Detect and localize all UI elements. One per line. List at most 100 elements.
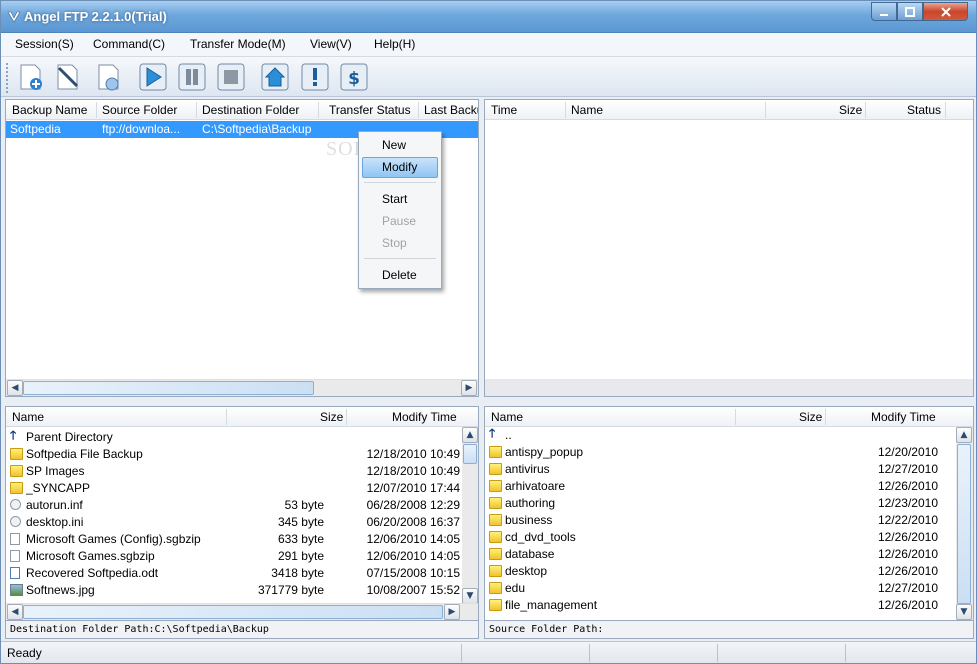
col-size[interactable]: Size bbox=[839, 103, 862, 117]
file-modify-time: 12/23/2010 bbox=[877, 496, 938, 510]
ctx-modify[interactable]: Modify bbox=[362, 157, 438, 178]
hscroll-thumb[interactable] bbox=[23, 605, 443, 619]
scroll-down-button[interactable]: ▼ bbox=[956, 604, 972, 620]
file-row[interactable]: Microsoft Games.sgbzip 291 byte 12/06/2010… bbox=[6, 548, 462, 565]
file-name: Softpedia File Backup bbox=[26, 447, 143, 461]
vscroll-thumb[interactable] bbox=[957, 444, 971, 604]
file-row[interactable]: 🡑.. bbox=[485, 427, 940, 444]
new-backup-icon[interactable] bbox=[16, 62, 46, 92]
file-row[interactable]: Softnews.jpg 371779 byte 10/08/2007 15:52 bbox=[6, 582, 462, 599]
folder-icon bbox=[10, 482, 23, 494]
col-remote-name[interactable]: Name bbox=[491, 410, 523, 424]
col-local-name[interactable]: Name bbox=[12, 410, 44, 424]
stop-icon[interactable] bbox=[216, 62, 246, 92]
ctx-new[interactable]: New bbox=[362, 135, 438, 156]
col-time[interactable]: Time bbox=[491, 103, 517, 117]
file-name: SP Images bbox=[26, 464, 85, 478]
ctx-stop: Stop bbox=[382, 236, 407, 250]
file-row[interactable]: antivirus 12/27/2010 bbox=[485, 461, 940, 478]
file-row[interactable]: Microsoft Games (Config).sgbzip 633 byte 1… bbox=[6, 531, 462, 548]
scroll-down-button[interactable]: ▼ bbox=[462, 588, 478, 604]
file-name: arhivatoare bbox=[505, 479, 566, 493]
col-last-backup[interactable]: Last Backu bbox=[424, 103, 478, 117]
file-name: Microsoft Games.sgbzip bbox=[26, 549, 155, 563]
vscroll-thumb[interactable] bbox=[463, 444, 477, 464]
file-modify-time: 12/18/2010 10:49 bbox=[366, 447, 460, 461]
file-name: desktop.ini bbox=[26, 515, 84, 529]
home-icon[interactable] bbox=[260, 62, 290, 92]
col-source-folder[interactable]: Source Folder bbox=[102, 103, 177, 117]
file-row[interactable]: business 12/22/2010 bbox=[485, 512, 940, 529]
folder-icon bbox=[489, 446, 502, 458]
close-button[interactable] bbox=[923, 2, 968, 21]
file-row[interactable]: arhivatoare 12/26/2010 bbox=[485, 478, 940, 495]
col-remote-size[interactable]: Size bbox=[799, 410, 822, 424]
folder-icon bbox=[489, 497, 502, 509]
file-name: Microsoft Games (Config).sgbzip bbox=[26, 532, 201, 546]
backup-list-hscrollbar[interactable]: ◀ ▶ bbox=[6, 379, 478, 396]
file-row[interactable]: database 12/26/2010 bbox=[485, 546, 940, 563]
scroll-up-button[interactable]: ▲ bbox=[956, 427, 972, 443]
menu-command[interactable]: Command(C) bbox=[93, 37, 165, 51]
hscroll-thumb[interactable] bbox=[23, 381, 314, 395]
file-row[interactable]: desktop 12/26/2010 bbox=[485, 563, 940, 580]
start-icon[interactable] bbox=[138, 62, 168, 92]
col-remote-modify-time[interactable]: Modify Time bbox=[871, 410, 936, 424]
file-row[interactable]: antispy_popup 12/20/2010 bbox=[485, 444, 940, 461]
col-local-size[interactable]: Size bbox=[320, 410, 343, 424]
close-icon bbox=[940, 7, 951, 17]
col-local-modify-time[interactable]: Modify Time bbox=[392, 410, 457, 424]
file-row[interactable]: file_management 12/26/2010 bbox=[485, 597, 940, 614]
maximize-button[interactable] bbox=[897, 2, 923, 21]
title-bar[interactable]: Angel FTP 2.2.1.0(Trial) bbox=[1, 1, 976, 33]
file-row[interactable]: cd_dvd_tools 12/26/2010 bbox=[485, 529, 940, 546]
scroll-up-button[interactable]: ▲ bbox=[462, 427, 478, 443]
file-name: _SYNCAPP bbox=[26, 481, 91, 495]
file-row[interactable]: 🡑 Parent Directory bbox=[6, 429, 462, 446]
purchase-icon[interactable]: $ bbox=[339, 62, 369, 92]
scroll-left-button[interactable]: ◀ bbox=[7, 380, 23, 396]
file-row[interactable]: _SYNCAPP 12/07/2010 17:44 bbox=[6, 480, 462, 497]
folder-icon bbox=[489, 463, 502, 475]
scroll-right-button[interactable]: ▶ bbox=[444, 604, 460, 620]
local-vscrollbar[interactable]: ▲ ▼ bbox=[462, 427, 478, 604]
ctx-delete[interactable]: Delete bbox=[362, 265, 438, 286]
file-modify-time: 12/26/2010 bbox=[877, 547, 938, 561]
col-status[interactable]: Status bbox=[907, 103, 941, 117]
file-row[interactable]: SP Images 12/18/2010 10:49 bbox=[6, 463, 462, 480]
file-name: edu bbox=[505, 581, 526, 595]
col-transfer-status[interactable]: Transfer Status bbox=[329, 103, 411, 117]
scroll-right-button[interactable]: ▶ bbox=[461, 380, 477, 396]
backup-name: Softpedia bbox=[10, 122, 61, 136]
menu-transfer-mode[interactable]: Transfer Mode(M) bbox=[190, 37, 286, 51]
menu-view[interactable]: View(V) bbox=[310, 37, 352, 51]
local-hscrollbar[interactable]: ◀ ▶ bbox=[6, 603, 478, 620]
file-row[interactable]: Recovered Softpedia.odt 3418 byte 07/15/20… bbox=[6, 565, 462, 582]
status-text: Ready bbox=[7, 646, 42, 660]
file-name: desktop bbox=[505, 564, 548, 578]
file-row[interactable]: Softpedia File Backup 12/18/2010 10:49 bbox=[6, 446, 462, 463]
svg-text:$: $ bbox=[348, 69, 360, 89]
minimize-button[interactable] bbox=[871, 2, 897, 21]
browse-disk-icon[interactable] bbox=[94, 62, 124, 92]
menu-session[interactable]: Session(S) bbox=[15, 37, 74, 51]
file-row[interactable]: autorun.inf 53 byte 06/28/2008 12:29 bbox=[6, 497, 462, 514]
ctx-start[interactable]: Start bbox=[362, 189, 438, 210]
file-row[interactable]: edu 12/27/2010 bbox=[485, 580, 940, 597]
file-row[interactable]: desktop.ini 345 byte 06/20/2008 16:37 bbox=[6, 514, 462, 531]
image-file-icon bbox=[10, 584, 23, 596]
info-icon[interactable] bbox=[300, 62, 330, 92]
col-backup-name[interactable]: Backup Name bbox=[12, 103, 87, 117]
menu-help[interactable]: Help(H) bbox=[374, 37, 415, 51]
file-icon bbox=[10, 550, 20, 562]
col-name[interactable]: Name bbox=[571, 103, 603, 117]
pause-icon[interactable] bbox=[177, 62, 207, 92]
file-modify-time: 12/27/2010 bbox=[877, 462, 938, 476]
toolbar-grip[interactable] bbox=[6, 63, 8, 93]
edit-icon[interactable] bbox=[53, 62, 83, 92]
scroll-left-button[interactable]: ◀ bbox=[7, 604, 23, 620]
file-icon bbox=[10, 533, 20, 545]
file-row[interactable]: authoring 12/23/2010 bbox=[485, 495, 940, 512]
col-destination-folder[interactable]: Destination Folder bbox=[202, 103, 299, 117]
remote-vscrollbar[interactable]: ▲ ▼ bbox=[956, 427, 973, 621]
